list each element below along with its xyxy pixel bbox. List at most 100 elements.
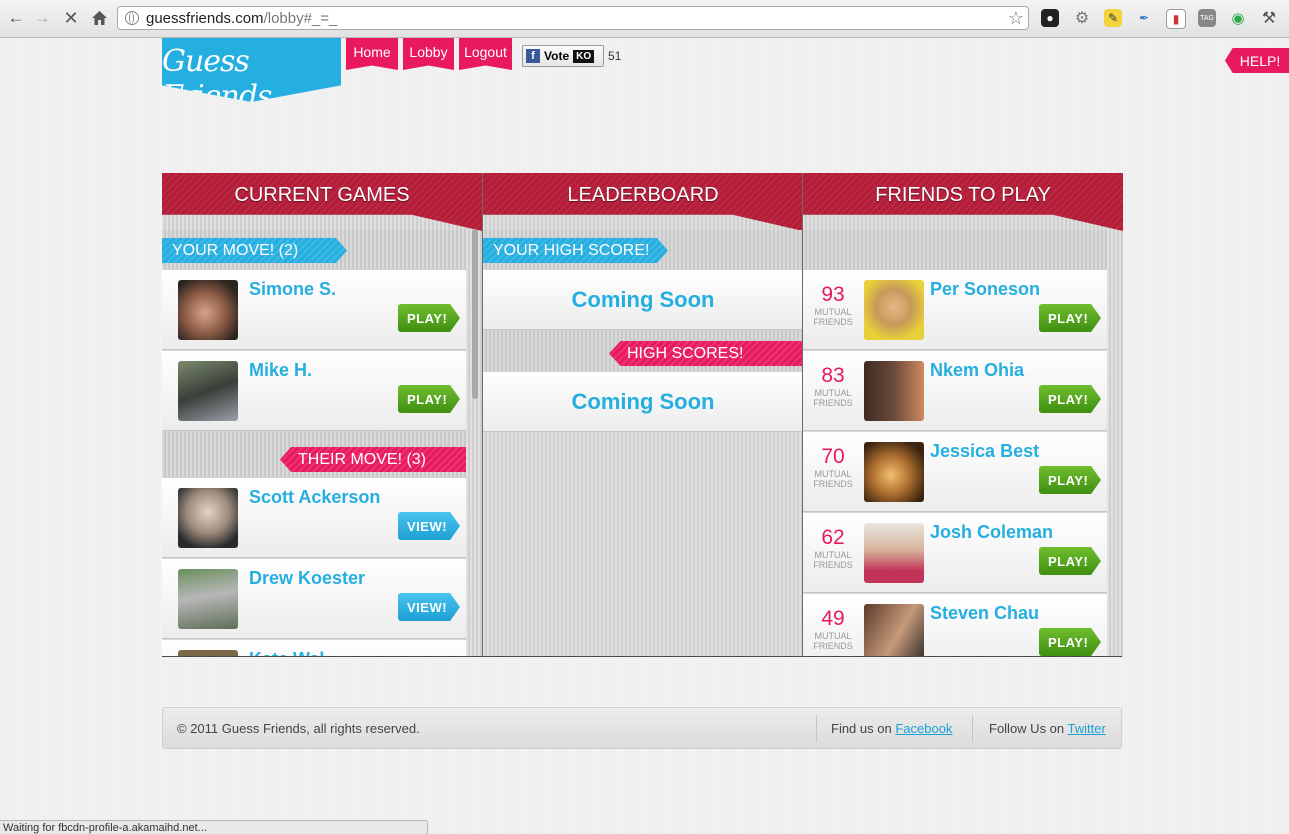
avatar [864, 280, 924, 340]
avatar [178, 488, 238, 548]
copyright-text: © 2011 Guess Friends, all rights reserve… [177, 721, 420, 736]
gear-extension-icon[interactable]: ⚙ [1073, 9, 1091, 27]
eyedropper-extension-icon[interactable]: ✒ [1135, 9, 1153, 27]
player-name[interactable]: Scott Ackerson [249, 487, 380, 508]
game-row[interactable]: Simone S. PLAY! [162, 270, 466, 350]
avatar [178, 569, 238, 629]
your-high-score-band: YOUR HIGH SCORE! [483, 230, 803, 270]
friends-to-play-title: FRIENDS TO PLAY [803, 173, 1123, 231]
game-row[interactable]: Scott Ackerson VIEW! [162, 478, 466, 558]
friend-name[interactable]: Per Soneson [930, 279, 1040, 300]
games-scrollbar[interactable] [472, 229, 478, 399]
game-row[interactable]: Kate Wal [162, 640, 466, 657]
browser-status-bar: Waiting for fbcdn-profile-a.akamaihd.net… [0, 820, 428, 834]
friends-band [803, 230, 1107, 270]
vote-count: 51 [608, 49, 622, 63]
panels-bottom-border [162, 656, 1122, 657]
your-high-score-value: Coming Soon [483, 270, 803, 330]
nav-home[interactable]: Home [346, 38, 398, 70]
follow-us-text: Follow Us on Twitter [989, 721, 1106, 736]
mutual-friends-count: 49 [821, 607, 845, 630]
stop-loading-icon[interactable]: ✕ [60, 6, 82, 30]
play-button[interactable]: PLAY! [1039, 628, 1101, 656]
friend-row[interactable]: 83 MUTUAL FRIENDS Nkem Ohia PLAY! [803, 351, 1107, 431]
wrench-menu-icon[interactable]: ⚒ [1260, 9, 1278, 27]
mutual-friends-label: MUTUAL FRIENDS [813, 550, 853, 570]
your-move-ribbon: YOUR MOVE! (2) [162, 238, 347, 263]
view-button[interactable]: VIEW! [398, 593, 460, 621]
url-path: /lobby#_=_ [263, 9, 338, 27]
play-button[interactable]: PLAY! [1039, 547, 1101, 575]
home-icon[interactable] [88, 6, 110, 30]
friend-name[interactable]: Josh Coleman [930, 522, 1053, 543]
friend-row[interactable]: 70 MUTUAL FRIENDS Jessica Best PLAY! [803, 432, 1107, 512]
play-button[interactable]: PLAY! [398, 304, 460, 332]
player-name[interactable]: Mike H. [249, 360, 312, 381]
site-footer: © 2011 Guess Friends, all rights reserve… [162, 707, 1122, 749]
leaderboard-title: LEADERBOARD [483, 173, 803, 231]
play-button[interactable]: PLAY! [398, 385, 460, 413]
avatar [178, 361, 238, 421]
address-bar[interactable]: guessfriends.com/lobby#_=_ ☆ [117, 6, 1029, 30]
game-row[interactable]: Drew Koester VIEW! [162, 559, 466, 639]
mutual-friends-count: 83 [821, 364, 845, 387]
site-logo[interactable]: Guess Friends [162, 38, 341, 102]
tag-extension-icon[interactable]: TAG [1198, 9, 1216, 27]
find-us-text: Find us on Facebook [831, 721, 953, 736]
mutual-friends-label: MUTUAL FRIENDS [813, 388, 853, 408]
their-move-ribbon: THEIR MOVE! (3) [280, 447, 466, 472]
friend-row[interactable]: 93 MUTUAL FRIENDS Per Soneson PLAY! [803, 270, 1107, 350]
player-name[interactable]: Simone S. [249, 279, 336, 300]
facebook-vote-button[interactable]: f Vote KO [522, 45, 604, 67]
friends-to-play-panel: FRIENDS TO PLAY 93 MUTUAL FRIENDS Per Son… [802, 173, 1123, 657]
your-move-band: YOUR MOVE! (2) [162, 230, 466, 270]
your-high-score-ribbon: YOUR HIGH SCORE! [483, 238, 668, 263]
high-scores-ribbon: HIGH SCORES! [609, 341, 803, 366]
avatar [864, 523, 924, 583]
clip-extension-icon[interactable]: ▮ [1166, 9, 1186, 29]
friend-name[interactable]: Steven Chau [930, 603, 1039, 624]
footer-divider [816, 715, 817, 742]
avatar [864, 361, 924, 421]
play-button[interactable]: PLAY! [1039, 385, 1101, 413]
current-games-title: CURRENT GAMES [162, 173, 482, 231]
facebook-icon: f [526, 49, 540, 63]
high-scores-value: Coming Soon [483, 372, 803, 432]
mutual-friends-count: 62 [821, 526, 845, 549]
avatar [864, 442, 924, 502]
friend-row[interactable]: 62 MUTUAL FRIENDS Josh Coleman PLAY! [803, 513, 1107, 593]
github-extension-icon[interactable]: ● [1041, 9, 1059, 27]
player-name[interactable]: Drew Koester [249, 568, 365, 589]
friend-row[interactable]: 49 MUTUAL FRIENDS Steven Chau PLAY! [803, 594, 1107, 657]
nav-lobby[interactable]: Lobby [403, 38, 454, 70]
bookmark-star-icon[interactable]: ☆ [1008, 8, 1024, 29]
game-row[interactable]: Mike H. PLAY! [162, 351, 466, 431]
avatar [178, 280, 238, 340]
mutual-friends-label: MUTUAL FRIENDS [813, 307, 853, 327]
note-extension-icon[interactable]: ✎ [1104, 9, 1122, 27]
high-scores-band: HIGH SCORES! [483, 330, 803, 372]
nav-logout[interactable]: Logout [459, 38, 512, 70]
shield-extension-icon[interactable]: ◉ [1229, 9, 1247, 27]
mutual-friends-label: MUTUAL FRIENDS [813, 469, 853, 489]
mutual-friends-count: 93 [821, 283, 845, 306]
play-button[interactable]: PLAY! [1039, 466, 1101, 494]
footer-divider [972, 715, 973, 742]
help-tab[interactable]: HELP! [1225, 48, 1289, 73]
play-button[interactable]: PLAY! [1039, 304, 1101, 332]
mutual-friends-count: 70 [821, 445, 845, 468]
facebook-link[interactable]: Facebook [895, 721, 952, 736]
avatar [864, 604, 924, 657]
their-move-band: THEIR MOVE! (3) [162, 431, 466, 478]
forward-arrow-icon[interactable]: → [31, 6, 53, 30]
twitter-link[interactable]: Twitter [1068, 721, 1106, 736]
url-host: guessfriends.com [146, 9, 264, 27]
mutual-friends-label: MUTUAL FRIENDS [813, 631, 853, 651]
friend-name[interactable]: Jessica Best [930, 441, 1039, 462]
view-button[interactable]: VIEW! [398, 512, 460, 540]
vote-label: Vote [544, 49, 570, 63]
back-arrow-icon[interactable]: ← [5, 6, 27, 30]
browser-toolbar: ← → ✕ guessfriends.com/lobby#_=_ ☆ ● ⚙ ✎… [0, 0, 1289, 38]
friend-name[interactable]: Nkem Ohia [930, 360, 1024, 381]
current-games-panel: CURRENT GAMES YOUR MOVE! (2) Simone S. P… [162, 173, 482, 657]
